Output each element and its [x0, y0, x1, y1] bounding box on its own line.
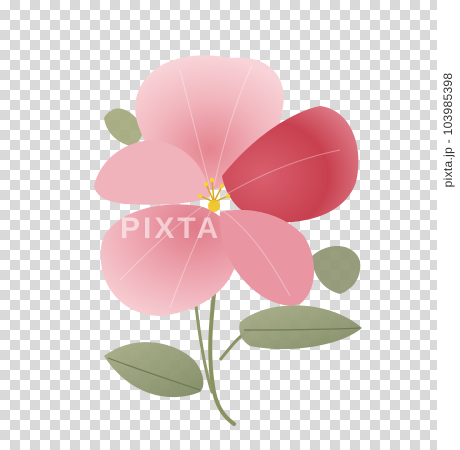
leaf-upper-right — [312, 245, 361, 294]
credit-strip: pixta.jp - 103985398 — [437, 0, 460, 450]
credit-text: pixta.jp - 103985398 — [441, 72, 455, 188]
stock-image-frame: PIXTA pixta.jp - 103985398 — [0, 0, 460, 450]
flower-center — [208, 200, 220, 212]
leaf-right — [239, 305, 362, 350]
leaf-bottom-left — [104, 342, 204, 398]
watermark-text: PIXTA — [120, 212, 222, 245]
